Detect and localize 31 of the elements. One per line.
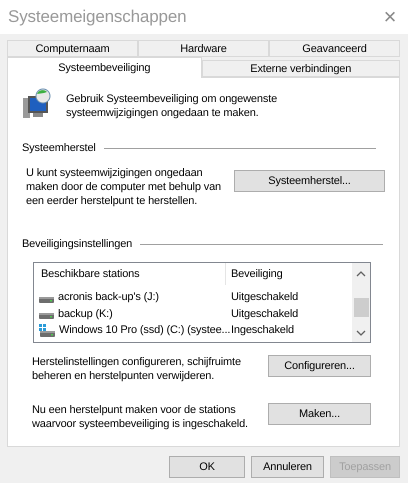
scrollbar-thumb[interactable]: [354, 298, 368, 317]
column-header[interactable]: Beveiliging: [226, 263, 352, 285]
scroll-up-icon[interactable]: [356, 270, 366, 278]
close-button[interactable]: ×: [380, 4, 400, 30]
intro-text: Gebruik Systeembeveiliging om ongewenste systeemwijzigingen ongedaan te maken.: [66, 92, 278, 120]
action-description: Herstelinstellingen configureren, schijfruimte beheren en herstelpunten verwijderen.: [32, 355, 242, 383]
drive-name[interactable]: Windows 10 Pro (ssd) (C:) (systee...: [59, 324, 230, 336]
protection-status: Uitgeschakeld: [230, 306, 300, 322]
dialog-button[interactable]: OK: [169, 456, 245, 478]
protection-status: Uitgeschakeld: [230, 290, 300, 306]
dialog-button[interactable]: Annuleren: [251, 456, 324, 478]
action-button[interactable]: Configureren...: [268, 355, 371, 377]
scroll-down-icon[interactable]: [356, 329, 366, 337]
system-drive-icon: [39, 324, 55, 337]
drive-icon: [39, 296, 54, 303]
tab[interactable]: Externe verbindingen: [202, 60, 400, 77]
action-button[interactable]: Maken...: [268, 403, 371, 425]
drive-icon: [39, 313, 54, 320]
action-description: Nu een herstelpunt maken voor de stations waarvoor systeembeveiliging is ingeschakeld.: [32, 403, 249, 431]
tab[interactable]: Computernaam: [7, 40, 138, 57]
drive-name[interactable]: backup (K:): [58, 308, 113, 320]
restore-description: U kunt systeemwijzigingen ongedaan maken door de computer met behulp van een eerder herstelpunt te herstellen.: [26, 166, 222, 208]
tab[interactable]: Geavanceerd: [269, 40, 400, 57]
group-title: Systeemherstel: [22, 142, 96, 154]
group-title: Beveiligingsinstellingen: [22, 238, 132, 250]
column-header[interactable]: Beschikbare stations: [34, 263, 226, 285]
tab[interactable]: Hardware: [138, 40, 269, 57]
window-title: Systeemeigenschappen: [8, 7, 186, 27]
system-restore-button[interactable]: Systeemherstel...: [234, 170, 385, 192]
tab[interactable]: Systeembeveiliging: [7, 57, 202, 78]
drive-name[interactable]: acronis back-up's (J:): [58, 291, 159, 304]
